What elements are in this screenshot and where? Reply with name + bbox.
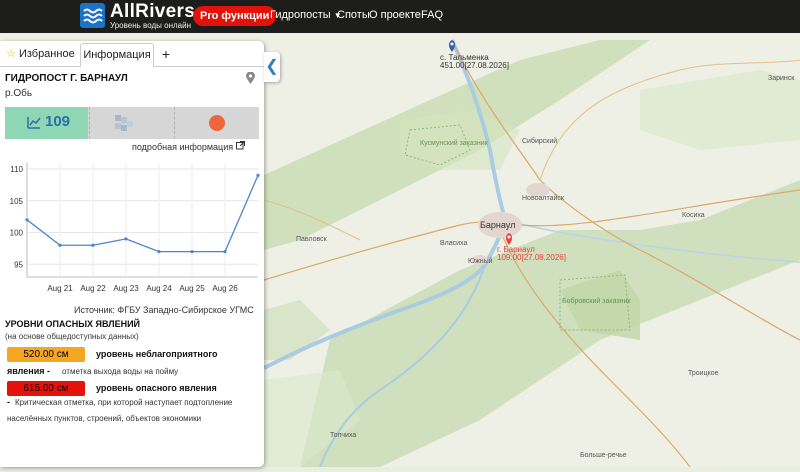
nav-about[interactable]: О проекте (369, 9, 421, 21)
map-label-barnaul: Барнаул (480, 220, 516, 230)
chevron-left-icon: ❮ (265, 58, 279, 75)
map-label-bobrovsky: Бобровский заказник (562, 298, 631, 305)
collapse-panel-button[interactable]: ❮ (264, 52, 280, 82)
map-label-kusmunsky: Кусмунский заказник (420, 140, 488, 147)
chart-x-tick-label: Aug 25 (179, 284, 205, 293)
station-stat-bar: 109 (5, 107, 259, 139)
chart-y-tick-label: 95 (14, 260, 23, 269)
danger-levels-subtitle: (на основе общедоступных данных) (5, 332, 139, 341)
chart-y-tick-label: 100 (10, 229, 24, 238)
tab-information[interactable]: Информация (80, 43, 154, 67)
nav-faq[interactable]: FAQ (421, 9, 443, 21)
top-navbar: AllRivers Уровень воды онлайн Pro функци… (0, 0, 800, 33)
pro-features-button[interactable]: Pro функции (193, 6, 277, 26)
map-label-zarinsk: Заринск (768, 75, 795, 82)
water-level-chart[interactable]: 110 105 100 95 Aug 21 Aug 22 Aug 23 Aug 24 Aug 2… (0, 159, 264, 301)
map-label-pavlovsk: Павловск (296, 236, 327, 243)
chart-data-point (58, 243, 62, 247)
chart-x-tick-label: Aug 22 (80, 284, 106, 293)
map-label-novoaltaysk: Новоалтайск (522, 195, 564, 202)
unfavorable-level-name: уровень неблагоприятного (96, 349, 218, 359)
marker-label-barnaul-reading: 109.00[27.08.2026] (497, 253, 566, 262)
details-link[interactable]: подробная информация (132, 141, 245, 152)
nav-spots[interactable]: Споты (337, 9, 370, 21)
station-title: ГИДРОПОСТ Г. БАРНАУЛ (5, 73, 128, 84)
chart-data-point (25, 218, 29, 222)
trend-chart-icon (27, 116, 41, 134)
nav-hydroposts[interactable]: Гидропосты ▼ (270, 9, 342, 21)
station-info-panel: ☆ Избранное Информация + ГИДРОПОСТ Г. БА… (0, 41, 264, 467)
map-label-kosikha: Косиха (682, 212, 705, 219)
chart-data-point (91, 243, 95, 247)
dangerous-level-desc-cont: населённых пунктов, строений, объектов э… (7, 414, 202, 423)
location-pin-icon[interactable] (246, 71, 255, 89)
brand-tagline: Уровень воды онлайн (110, 21, 191, 30)
unfavorable-level-badge: 520.00 см (7, 347, 85, 362)
chart-x-tick-label: Aug 24 (146, 284, 172, 293)
dangerous-level-desc: Критическая отметка, при которой наступа… (15, 398, 233, 407)
map-label-yuzhny: Южный (468, 258, 493, 265)
map-label-topchikha: Топчиха (330, 432, 357, 439)
tab-favorites[interactable]: ☆ Избранное (6, 43, 76, 65)
status-indicator-dot (209, 115, 225, 131)
chart-data-point (124, 237, 128, 241)
data-source: Источник: ФГБУ Западно-Сибирское УГМС (74, 305, 254, 315)
blurred-pro-cell[interactable] (91, 107, 173, 139)
details-link-label: подробная информация (132, 142, 234, 152)
chart-data-point (157, 249, 161, 254)
map-label-troitskoe: Троицкое (688, 370, 719, 377)
external-link-icon (235, 141, 245, 152)
dangerous-level-name-cont: - (7, 397, 10, 407)
chart-x-tick-label: Aug 23 (113, 284, 139, 293)
waves-logo-icon[interactable] (80, 3, 105, 28)
chart-series-line (26, 175, 259, 253)
chart-data-point (223, 249, 227, 254)
tab-favorites-label: Избранное (18, 48, 75, 60)
chart-y-tick-label: 105 (10, 197, 24, 206)
marker-label-talmenka-reading: 451.00[27.08.2026] (440, 61, 509, 70)
water-level-value: 109 (45, 113, 71, 130)
status-cell[interactable] (176, 107, 259, 139)
dangerous-level-badge: 615.00 см (7, 381, 85, 396)
unfavorable-level-desc: отметка выхода воды на пойму (62, 367, 179, 376)
tab-add[interactable]: + (158, 43, 174, 65)
chart-y-tick-label: 110 (10, 165, 23, 174)
nav-hydroposts-label: Гидропосты (270, 9, 331, 21)
panel-tabbar: ☆ Избранное Информация + (0, 41, 264, 67)
chart-data-point (190, 249, 194, 254)
map-label-bolsherechye: Больше-речье (580, 452, 627, 459)
star-icon: ☆ (6, 48, 16, 60)
map-label-sibirsky: Сибирский (522, 138, 558, 145)
river-name: р.Обь (5, 88, 33, 99)
dangerous-level-name: уровень опасного явления (96, 383, 217, 393)
map-label-vlasikha: Власиха (440, 240, 468, 247)
chart-data-point (256, 173, 260, 177)
unfavorable-level-name-cont: явления - (7, 366, 50, 376)
chart-x-tick-label: Aug 26 (212, 284, 238, 293)
blurred-value (115, 115, 133, 131)
brand-name[interactable]: AllRivers (110, 1, 195, 23)
danger-levels-title: УРОВНИ ОПАСНЫХ ЯВЛЕНИЙ (5, 319, 141, 329)
level-cell[interactable]: 109 (5, 107, 88, 139)
chart-x-tick-label: Aug 21 (47, 284, 73, 293)
